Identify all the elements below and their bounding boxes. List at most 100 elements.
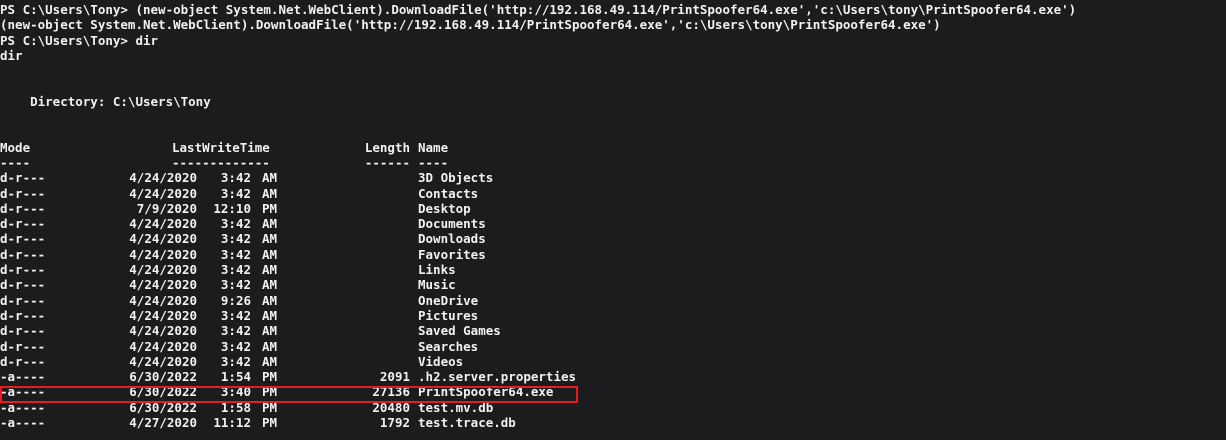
table-row: d-r--- 4/24/2020 3:42 AM Music <box>0 277 1226 292</box>
dash-name: ---- <box>418 154 449 170</box>
cell-ampm: AM <box>262 216 278 232</box>
cell-name: OneDrive <box>418 292 479 308</box>
cell-date: 4/24/2020 <box>129 246 197 262</box>
cell-date: 6/30/2022 <box>129 369 197 385</box>
header-mode: Mode <box>0 139 31 155</box>
cell-date: 6/30/2022 <box>129 384 197 400</box>
table-row: -a---- 4/27/2020 11:12 PM 1792 test.trace.db <box>0 415 1226 430</box>
listing-dash-row: ---- ------------- ------ ---- <box>0 155 1226 170</box>
header-lastwritetime: LastWriteTime <box>172 139 270 155</box>
cell-length: 20480 <box>372 399 410 415</box>
cell-ampm: PM <box>262 415 278 431</box>
cell-date: 7/9/2020 <box>136 200 197 216</box>
table-row: d-r--- 4/24/2020 3:42 AM Links <box>0 262 1226 277</box>
cell-time: 3:42 <box>220 338 251 354</box>
cell-name: test.trace.db <box>418 415 516 431</box>
cell-mode: d-r--- <box>0 277 46 293</box>
table-row: d-r--- 4/24/2020 3:42 AM Saved Games <box>0 323 1226 338</box>
cell-time: 11:12 <box>213 415 251 431</box>
cell-time: 3:42 <box>220 323 251 339</box>
listing-header-row: Mode LastWriteTime Length Name <box>0 140 1226 155</box>
cell-date: 4/24/2020 <box>129 170 197 186</box>
cell-time: 3:42 <box>220 353 251 369</box>
dash-length: ------ <box>364 154 410 170</box>
cell-name: .h2.server.properties <box>418 369 577 385</box>
cell-mode: -a---- <box>0 399 46 415</box>
cell-time: 3:42 <box>220 185 251 201</box>
cell-mode: d-r--- <box>0 338 46 354</box>
cell-mode: d-r--- <box>0 307 46 323</box>
cell-ampm: AM <box>262 262 278 278</box>
cell-mode: -a---- <box>0 415 46 431</box>
cell-name: 3D Objects <box>418 170 494 186</box>
dash-mode: ---- <box>0 154 31 170</box>
table-row: d-r--- 4/24/2020 3:42 AM Pictures <box>0 308 1226 323</box>
cell-ampm: AM <box>262 353 278 369</box>
dash-lastwritetime: ------------- <box>172 154 270 170</box>
cell-name: Music <box>418 277 456 293</box>
cell-name: Contacts <box>418 185 479 201</box>
terminal-line-dir-echo: dir <box>0 47 23 63</box>
cell-mode: d-r--- <box>0 262 46 278</box>
table-row: d-r--- 4/24/2020 3:42 AM Videos <box>0 354 1226 369</box>
cell-date: 4/24/2020 <box>129 338 197 354</box>
cell-ampm: PM <box>262 369 278 385</box>
cell-mode: d-r--- <box>0 170 46 186</box>
cell-mode: d-r--- <box>0 292 46 308</box>
cell-name: Links <box>418 262 456 278</box>
cell-date: 4/24/2020 <box>129 307 197 323</box>
cell-name: Pictures <box>418 307 479 323</box>
cell-time: 1:54 <box>220 369 251 385</box>
cell-date: 4/24/2020 <box>129 216 197 232</box>
cell-mode: d-r--- <box>0 353 46 369</box>
cell-date: 4/24/2020 <box>129 231 197 247</box>
cell-name: Favorites <box>418 246 486 262</box>
cell-time: 1:58 <box>220 399 251 415</box>
cell-date: 4/24/2020 <box>129 292 197 308</box>
cell-mode: -a---- <box>0 384 46 400</box>
table-row: d-r--- 4/24/2020 3:42 AM Contacts <box>0 186 1226 201</box>
header-length: Length <box>364 139 410 155</box>
cell-mode: d-r--- <box>0 200 46 216</box>
cell-ampm: PM <box>262 200 278 216</box>
table-row: d-r--- 4/24/2020 3:42 AM Downloads <box>0 231 1226 246</box>
cell-ampm: AM <box>262 338 278 354</box>
cell-name: PrintSpoofer64.exe <box>418 384 554 400</box>
cell-name: Desktop <box>418 200 471 216</box>
table-row: d-r--- 4/24/2020 3:42 AM Favorites <box>0 247 1226 262</box>
cell-ampm: PM <box>262 384 278 400</box>
cell-time: 3:40 <box>220 384 251 400</box>
cell-time: 3:42 <box>220 307 251 323</box>
table-row: d-r--- 4/24/2020 3:42 AM Searches <box>0 339 1226 354</box>
cell-time: 3:42 <box>220 231 251 247</box>
cell-time: 3:42 <box>220 216 251 232</box>
cell-time: 3:42 <box>220 262 251 278</box>
header-name: Name <box>418 139 449 155</box>
cell-date: 4/24/2020 <box>129 262 197 278</box>
cell-date: 4/24/2020 <box>129 277 197 293</box>
cell-ampm: AM <box>262 292 278 308</box>
table-row: d-r--- 4/24/2020 3:42 AM 3D Objects <box>0 170 1226 185</box>
cell-time: 3:42 <box>220 170 251 186</box>
powershell-terminal[interactable]: PS C:\Users\Tony> (new-object System.Net… <box>0 0 1226 440</box>
cell-mode: d-r--- <box>0 185 46 201</box>
cell-time: 12:10 <box>213 200 251 216</box>
cell-date: 4/24/2020 <box>129 353 197 369</box>
cell-date: 4/24/2020 <box>129 185 197 201</box>
cell-ampm: AM <box>262 170 278 186</box>
cell-length: 1792 <box>379 415 410 431</box>
cell-ampm: PM <box>262 399 278 415</box>
cell-name: Saved Games <box>418 323 501 339</box>
cell-ampm: AM <box>262 246 278 262</box>
cell-mode: d-r--- <box>0 323 46 339</box>
cell-date: 6/30/2022 <box>129 399 197 415</box>
cell-ampm: AM <box>262 323 278 339</box>
table-row: -a---- 6/30/2022 1:54 PM 2091 .h2.server.prop… <box>0 369 1226 384</box>
terminal-line-echo: (new-object System.Net.WebClient).Downlo… <box>0 17 941 33</box>
terminal-line-command: PS C:\Users\Tony> (new-object System.Net… <box>0 2 1077 17</box>
cell-ampm: AM <box>262 185 278 201</box>
